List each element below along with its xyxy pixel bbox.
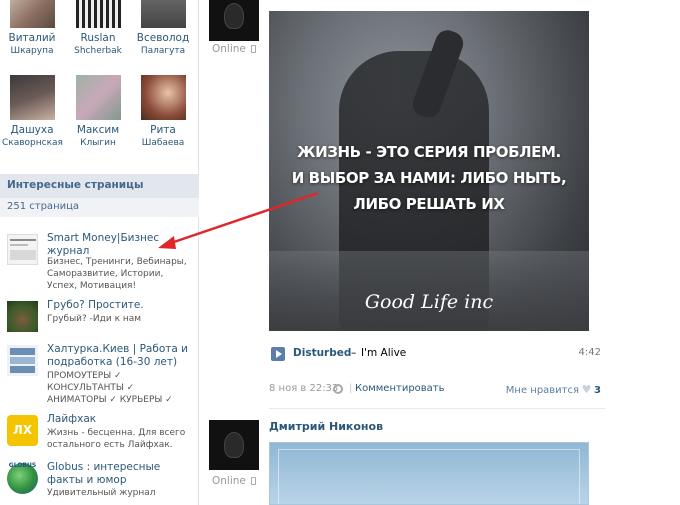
friend-last-name[interactable]: Шабаева <box>133 137 193 150</box>
page-description: ПРОМОУТЕРЫ ✓ КОНСУЛЬТАНТЫ ✓ АНИМАТОРЫ ✓ … <box>47 371 173 405</box>
friend-first-name[interactable]: Ruslan <box>68 32 128 45</box>
friend-first-name[interactable]: Дашуха <box>2 124 62 137</box>
quote-line: ЖИЗНЬ - ЭТО СЕРИЯ ПРОБЛЕМ. <box>297 143 561 161</box>
like-count[interactable]: 3 <box>594 385 601 396</box>
like-button[interactable]: Мне нравится ♥ 3 <box>506 383 601 396</box>
audio-title: I'm Alive <box>361 347 407 359</box>
page-title[interactable]: Грубо? Простите. <box>47 299 192 312</box>
post-author-avatar[interactable] <box>209 0 259 41</box>
audio-duration: 4:42 <box>578 347 601 358</box>
quote-line: И ВЫБОР ЗА НАМИ: ЛИБО НЫТЬ, <box>291 169 567 187</box>
post-author-avatar[interactable] <box>209 420 259 470</box>
page-title[interactable]: Халтурка.Киев | Работа и подработка (16-… <box>47 343 192 369</box>
page-avatar[interactable] <box>7 345 38 376</box>
friend-item[interactable]: Рита Шабаева <box>133 75 193 150</box>
news-feed: Online ЖИЗНЬ - ЭТО СЕРИЯ ПРОБЛЕМ. И ВЫБО… <box>200 0 680 505</box>
interesting-pages-header[interactable]: Интересные страницы <box>0 174 199 198</box>
post-date[interactable]: 8 ноя в 22:33 <box>269 383 338 394</box>
friend-item[interactable]: Ruslan Shcherbak <box>68 0 128 58</box>
like-label[interactable]: Мне нравится <box>506 385 579 396</box>
friend-first-name[interactable]: Всеволод <box>133 32 193 45</box>
online-label: Online <box>212 43 246 55</box>
page-title[interactable]: Лайфхак <box>47 413 192 426</box>
separator: | <box>349 383 353 394</box>
audio-artist[interactable]: Disturbed <box>293 347 351 359</box>
page-item[interactable]: GLOBUS Globus : интересные факты и юмор … <box>7 461 197 505</box>
avatar[interactable] <box>75 75 121 120</box>
page-avatar[interactable] <box>7 301 38 332</box>
friend-last-name[interactable]: Клыгин <box>68 137 128 150</box>
lifehack-icon[interactable]: ЛХ <box>7 415 38 446</box>
audio-track[interactable]: Disturbed – I'm Alive 4:42 <box>269 346 605 362</box>
heart-icon[interactable]: ♥ <box>581 383 592 396</box>
friend-last-name[interactable]: Шкарупа <box>2 45 62 58</box>
page-description: Бизнес, Тренинги, Вебинары, Саморазвитие… <box>47 257 187 291</box>
mobile-icon <box>251 45 257 53</box>
post-image[interactable]: ЖИЗНЬ - ЭТО СЕРИЯ ПРОБЛЕМ. И ВЫБОР ЗА НА… <box>269 11 589 331</box>
friend-first-name[interactable]: Виталий <box>2 32 62 45</box>
mobile-icon <box>251 477 257 485</box>
avatar[interactable] <box>9 0 55 28</box>
friend-last-name[interactable]: Палагута <box>133 45 193 58</box>
post-meta: 8 ноя в 22:33 | Комментировать Мне нрави… <box>269 383 605 397</box>
avatar[interactable] <box>140 75 186 120</box>
quote-text: ЖИЗНЬ - ЭТО СЕРИЯ ПРОБЛЕМ. И ВЫБОР ЗА НА… <box>269 139 589 217</box>
avatar[interactable] <box>140 0 186 28</box>
friend-item[interactable]: Дашуха Скаворнская <box>2 75 63 150</box>
friend-item[interactable]: Виталий Шкарупа <box>2 0 62 58</box>
page-title[interactable]: Smart Money|Бизнес журнал <box>47 232 192 258</box>
online-label: Online <box>212 475 246 487</box>
page-description: Жизнь - бесценна. Для всего остального е… <box>47 428 186 450</box>
friend-last-name[interactable]: Скаворнская <box>2 137 63 150</box>
audio-dash: – <box>351 347 357 359</box>
globe-icon[interactable]: GLOBUS <box>7 462 38 494</box>
page-item[interactable]: Smart Money|Бизнес журнал Бизнес, Тренин… <box>7 232 197 291</box>
left-column: Виталий Шкарупа Ruslan Shcherbak Всеволо… <box>0 0 199 505</box>
post-author-name[interactable]: Дмитрий Никонов <box>269 420 383 433</box>
page-title[interactable]: Globus : интересные факты и юмор <box>47 461 192 487</box>
interesting-pages-count[interactable]: 251 страница <box>0 198 199 217</box>
friend-item[interactable]: Всеволод Палагута <box>133 0 193 58</box>
image-frame <box>278 449 580 504</box>
post-image[interactable] <box>269 442 589 505</box>
page-avatar[interactable] <box>7 234 38 265</box>
post-divider <box>269 408 605 409</box>
friend-item[interactable]: Максим Клыгин <box>68 75 128 150</box>
image-signature: Good Life inc <box>364 291 494 313</box>
page-item[interactable]: Грубо? Простите. Грубый? -Иди к нам <box>7 299 197 333</box>
gear-icon[interactable] <box>333 384 343 394</box>
globus-logo-text: GLOBUS <box>8 462 37 469</box>
page-description: Грубый? -Иди к нам <box>47 314 142 324</box>
play-icon[interactable] <box>271 347 285 361</box>
page-item[interactable]: ЛХ Лайфхак Жизнь - бесценна. Для всего о… <box>7 413 197 453</box>
online-status: Online <box>212 43 257 55</box>
page-item[interactable]: Халтурка.Киев | Работа и подработка (16-… <box>7 343 197 405</box>
page-description: Удивительный журнал <box>47 488 156 498</box>
online-status: Online <box>212 475 257 487</box>
comment-link[interactable]: Комментировать <box>355 383 445 394</box>
quote-line: ЛИБО РЕШАТЬ ИХ <box>353 195 505 213</box>
friend-last-name[interactable]: Shcherbak <box>68 45 128 58</box>
friend-first-name[interactable]: Максим <box>68 124 128 137</box>
avatar[interactable] <box>9 75 55 120</box>
friend-first-name[interactable]: Рита <box>133 124 193 137</box>
avatar[interactable] <box>75 0 121 28</box>
